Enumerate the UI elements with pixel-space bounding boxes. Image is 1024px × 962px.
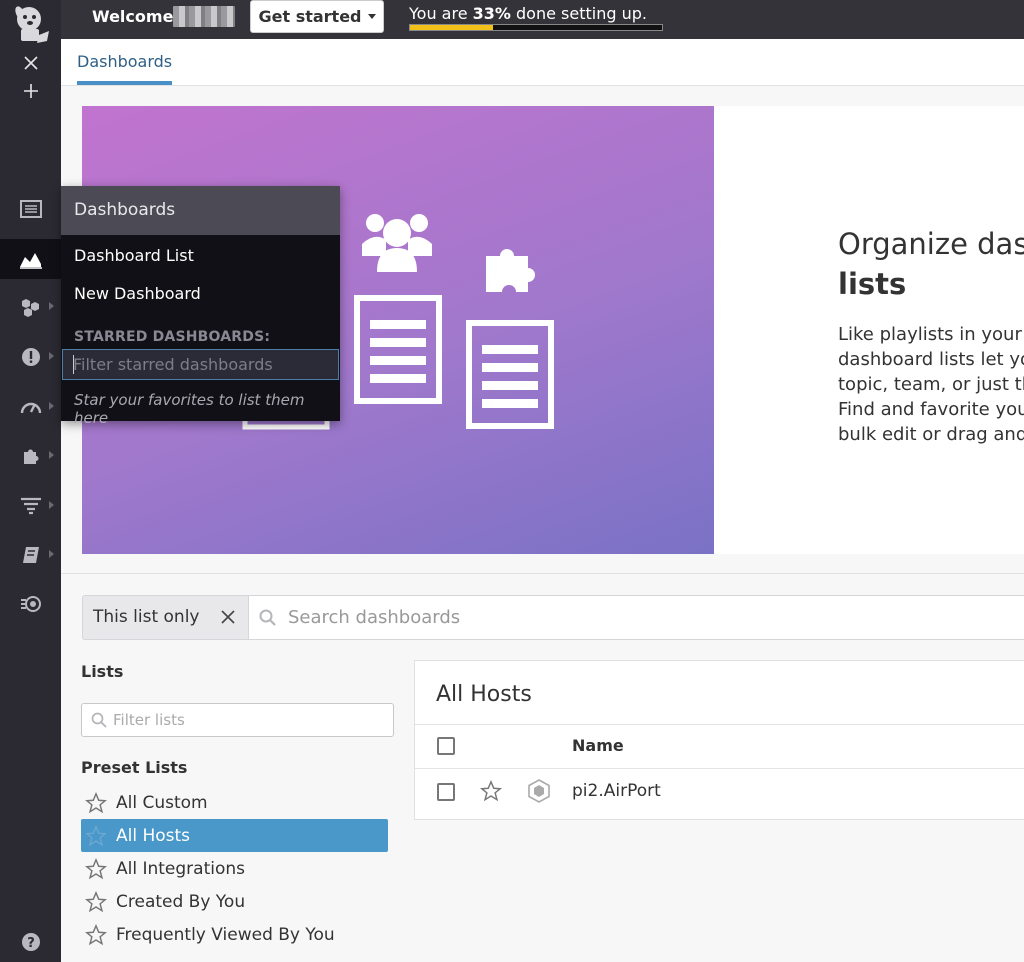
- help-icon[interactable]: ?: [0, 922, 61, 962]
- clear-scope-icon[interactable]: [220, 609, 236, 625]
- star-icon[interactable]: [85, 923, 107, 946]
- star-icon[interactable]: [85, 890, 107, 913]
- hero-title-line1: Organize dash: [838, 227, 1024, 261]
- lists-heading: Lists: [81, 662, 124, 681]
- search-dashboards-input[interactable]: Search dashboards: [248, 595, 1024, 640]
- preset-list-item[interactable]: Frequently Viewed By You: [81, 918, 388, 951]
- column-header-name[interactable]: Name: [572, 736, 624, 755]
- dashboards-dropdown-menu: Dashboards Dashboard List New Dashboard …: [61, 186, 340, 427]
- filter-starred-input[interactable]: Filter starred dashboards: [62, 349, 339, 380]
- setup-progress-text: You are 33% done setting up.: [409, 4, 647, 23]
- hero-body-line: Find and favorite you: [838, 399, 1024, 420]
- menu-item-new-dashboard[interactable]: New Dashboard: [74, 284, 201, 303]
- dashboards-icon[interactable]: [0, 239, 61, 279]
- notebooks-icon[interactable]: [0, 535, 61, 575]
- tab-row: Dashboards: [61, 39, 1024, 86]
- select-all-checkbox[interactable]: [437, 737, 455, 755]
- preset-list-label: Frequently Viewed By You: [116, 924, 335, 945]
- panel-title: All Hosts: [436, 682, 532, 707]
- progress-prefix: You are: [409, 4, 473, 23]
- setup-progress-fill: [410, 25, 494, 30]
- dropdown-heading: Dashboards: [61, 186, 340, 235]
- divider: [415, 724, 1024, 725]
- menu-item-dashboard-list[interactable]: Dashboard List: [74, 246, 194, 265]
- redacted-username: [173, 6, 235, 27]
- get-started-button[interactable]: Get started: [250, 0, 384, 33]
- scope-chip-label: This list only: [93, 607, 200, 627]
- get-started-label: Get started: [258, 7, 362, 26]
- integrations-icon[interactable]: [0, 436, 61, 476]
- preset-list-label: Created By You: [116, 891, 246, 912]
- preset-list-label: All Custom: [116, 792, 208, 813]
- setup-progress-bar: [409, 24, 663, 31]
- hero-body-line: topic, team, or just th: [838, 374, 1024, 395]
- star-icon[interactable]: [85, 824, 107, 847]
- tab-dashboards[interactable]: Dashboards: [77, 52, 173, 85]
- infrastructure-icon[interactable]: [0, 287, 61, 327]
- starred-empty-hint: Star your favorites to list them here: [74, 391, 305, 427]
- preset-list-item[interactable]: All Custom: [81, 786, 388, 819]
- preset-list-item[interactable]: All Integrations: [81, 852, 388, 885]
- hero-body-line: dashboard lists let yo: [838, 349, 1024, 370]
- plus-icon[interactable]: [0, 74, 61, 108]
- hero-description: Like playlists in your f dashboard lists…: [838, 322, 1024, 447]
- chevron-down-icon: [367, 14, 376, 19]
- apm-icon[interactable]: [0, 387, 61, 427]
- list-scope-chip[interactable]: This list only: [82, 595, 248, 640]
- search-icon: [91, 712, 107, 728]
- search-icon: [259, 609, 276, 626]
- preset-list-label: All Hosts: [116, 825, 191, 846]
- filter-starred-placeholder: Filter starred dashboards: [73, 355, 273, 374]
- datadog-logo-icon[interactable]: [0, 0, 61, 46]
- star-icon[interactable]: [479, 780, 503, 802]
- dashboard-table-panel: All Hosts Name pi2.AirPort: [414, 660, 1024, 820]
- events-icon[interactable]: [0, 189, 61, 229]
- preset-list-item[interactable]: Created By You: [81, 885, 388, 918]
- star-icon[interactable]: [85, 791, 107, 814]
- dashboard-name[interactable]: pi2.AirPort: [572, 781, 661, 801]
- top-bar: Welcome, Get started You are 33% done se…: [61, 0, 1024, 39]
- divider: [415, 768, 1024, 769]
- hero-body-line: Like playlists in your f: [838, 324, 1024, 345]
- hero-body-line: bulk edit or drag and: [838, 424, 1024, 445]
- progress-suffix: done setting up.: [510, 4, 647, 23]
- left-sidebar: ?: [0, 0, 61, 962]
- filter-lists-placeholder: Filter lists: [113, 711, 185, 729]
- section-divider: [61, 573, 1024, 574]
- host-hexagon-icon: [528, 779, 550, 803]
- starred-dashboards-label: STARRED DASHBOARDS:: [74, 329, 271, 345]
- hero-title: Organize dash lists: [838, 224, 1024, 304]
- preset-list-item-selected[interactable]: All Hosts: [81, 819, 388, 852]
- hero-title-line2: lists: [838, 267, 907, 301]
- row-checkbox[interactable]: [437, 783, 455, 801]
- star-icon[interactable]: [85, 857, 107, 880]
- synthetics-icon[interactable]: [0, 584, 61, 624]
- preset-list-label: All Integrations: [116, 858, 246, 879]
- progress-percent: 33%: [472, 4, 511, 23]
- monitors-icon[interactable]: [0, 337, 61, 377]
- preset-lists-heading: Preset Lists: [81, 758, 188, 777]
- svg-text:?: ?: [27, 936, 35, 951]
- search-placeholder: Search dashboards: [288, 607, 461, 628]
- filter-lists-input[interactable]: Filter lists: [81, 703, 394, 737]
- logs-icon[interactable]: [0, 486, 61, 526]
- welcome-text: Welcome,: [92, 7, 180, 26]
